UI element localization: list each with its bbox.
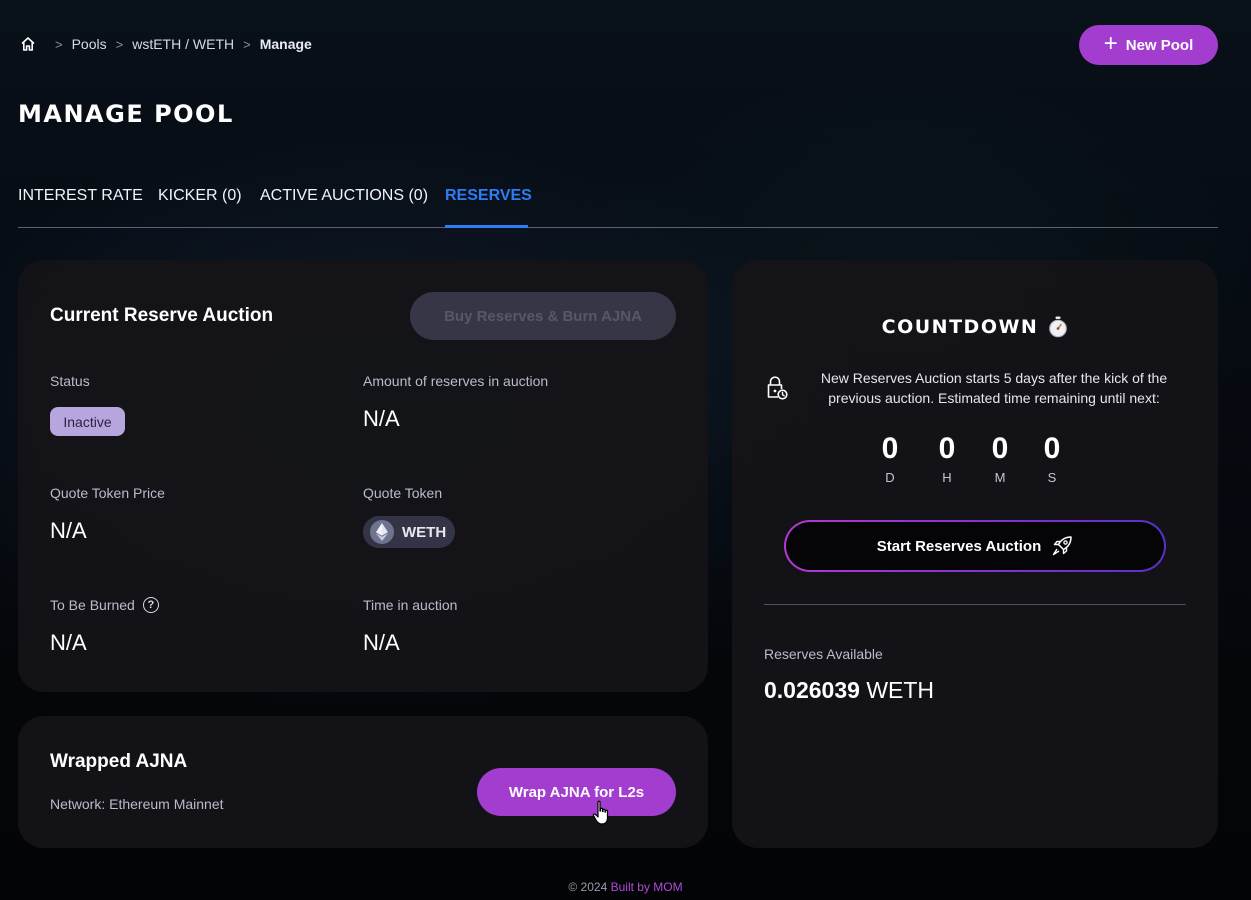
breadcrumb-separator: > [115,36,124,52]
countdown-days-value: 0 [881,432,899,465]
footer-copyright: © 2024 [568,880,608,894]
countdown-hours-unit: H [942,470,952,485]
footer-brand-link[interactable]: Built by MOM [611,880,683,894]
reserve-auction-title: Current Reserve Auction [50,305,274,326]
wrap-ajna-button[interactable]: Wrap AJNA for L2s [477,768,676,816]
quote-price-value: N/A [50,518,87,543]
reserves-available-value: 0.026039 WETH [764,677,934,704]
new-pool-button[interactable]: + New Pool [1079,25,1218,65]
tab-kicker[interactable]: KICKER (0) [158,187,242,205]
reserve-auction-card: Current Reserve Auction Buy Reserves & B… [18,260,708,692]
lock-clock-icon [766,376,788,405]
active-tab-indicator [445,225,528,228]
countdown-description: New Reserves Auction starts 5 days after… [820,370,1168,406]
breadcrumb-pool-pair[interactable]: wstETH / WETH [132,36,234,52]
to-be-burned-label: To Be Burned [50,597,135,613]
countdown-title-row: COUNTDOWN [732,316,1218,338]
time-in-auction-label: Time in auction [363,597,458,613]
breadcrumb-pools[interactable]: Pools [72,36,107,52]
countdown-minutes-unit: M [994,470,1006,485]
time-in-auction-value: N/A [363,630,400,655]
quote-token-label: Quote Token [363,485,443,501]
home-icon[interactable] [18,34,38,54]
to-be-burned-value: N/A [50,630,87,655]
help-icon[interactable]: ? [142,597,159,613]
start-reserves-auction-label: Start Reserves Auction [876,537,1042,555]
to-be-burned-label-row: To Be Burned ? [50,597,159,613]
tab-reserves[interactable]: RESERVES [445,187,532,205]
reserves-available-label: Reserves Available [764,646,883,662]
breadcrumb-current: Manage [259,36,312,52]
tab-active-auctions[interactable]: ACTIVE AUCTIONS (0) [260,187,428,205]
start-reserves-auction-button[interactable]: Start Reserves Auction [784,520,1166,572]
page-title: MANAGE POOL [18,100,234,128]
quote-price-label: Quote Token Price [50,485,165,501]
countdown-timer: 0 D 0 H 0 M 0 S [875,432,1075,488]
tab-bar: INTEREST RATE KICKER (0) ACTIVE AUCTIONS… [18,185,1218,228]
breadcrumb-separator: > [243,36,251,52]
divider [764,604,1186,605]
new-pool-label: New Pool [1125,36,1194,54]
status-label: Status [50,373,90,389]
ethereum-icon [370,520,394,544]
breadcrumb-separator: > [55,36,63,52]
countdown-minutes-value: 0 [991,432,1009,465]
buy-reserves-button[interactable]: Buy Reserves & Burn AJNA [410,292,676,340]
quote-token-symbol: WETH [402,523,447,541]
rocket-icon [1051,535,1073,557]
stopwatch-icon [1048,316,1068,338]
countdown-hours: 0 H [932,432,962,485]
breadcrumb: > Pools > wstETH / WETH > Manage [18,34,312,54]
wrapped-ajna-card: Wrapped AJNA Network: Ethereum Mainnet W… [18,716,708,848]
status-badge: Inactive [50,407,125,436]
countdown-title: COUNTDOWN [881,316,1039,338]
footer: © 2024 Built by MOM [0,880,1251,894]
hand-cursor-icon [592,800,610,831]
countdown-minutes: 0 M [985,432,1015,485]
countdown-seconds-value: 0 [1043,432,1061,465]
countdown-days-unit: D [885,470,895,485]
countdown-seconds-unit: S [1047,470,1057,485]
countdown-card: COUNTDOWN New Reserves Auction starts 5 … [732,260,1218,848]
plus-icon: + [1103,30,1118,57]
countdown-hours-value: 0 [938,432,956,465]
countdown-days: 0 D [875,432,905,485]
countdown-seconds: 0 S [1037,432,1067,485]
reserves-available-amount: 0.026039 [764,677,860,703]
quote-token-chip: WETH [363,516,455,548]
amount-label: Amount of reserves in auction [363,373,549,389]
reserves-available-symbol: WETH [866,677,935,703]
amount-value: N/A [363,406,400,431]
network-text: Network: Ethereum Mainnet [50,796,224,812]
wrapped-ajna-title: Wrapped AJNA [50,751,188,772]
tab-interest-rate[interactable]: INTEREST RATE [18,187,143,205]
